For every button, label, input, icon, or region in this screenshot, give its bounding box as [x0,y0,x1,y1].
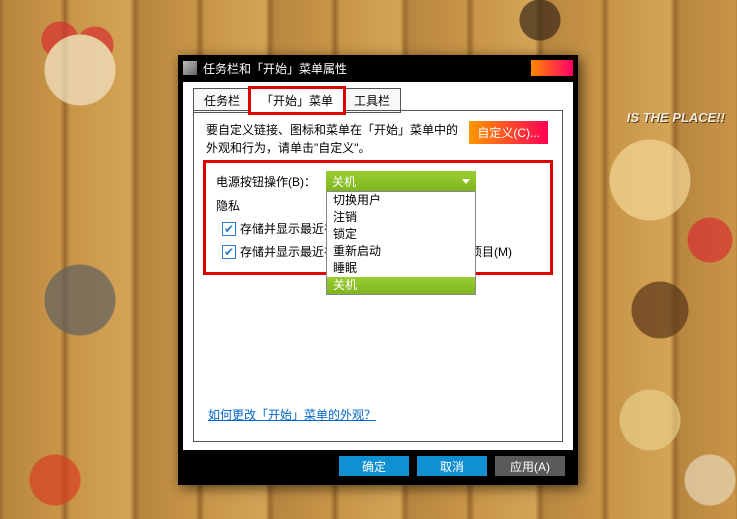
ok-button[interactable]: 确定 [339,456,409,476]
dialog-client-area: 任务栏 「开始」菜单 工具栏 要自定义链接、图标和菜单在「开始」菜单中的 外观和… [183,82,573,450]
highlighted-section: 电源按钮操作(B)： 关机 切换用户 注销 锁定 重新启动 睡眠 关机 [206,163,550,272]
option-sleep[interactable]: 睡眠 [327,260,475,277]
option-restart[interactable]: 重新启动 [327,243,475,260]
apply-button[interactable]: 应用(A) [495,456,565,476]
window-title: 任务栏和「开始」菜单属性 [203,60,531,77]
customize-button[interactable]: 自定义(C)... [469,121,548,144]
power-action-value: 关机 [332,173,356,190]
power-action-select[interactable]: 关机 切换用户 注销 锁定 重新启动 睡眠 关机 [326,171,476,191]
checkbox-items-label: 存储并显示最近在 [240,243,336,260]
dialog-button-row: 确定 取消 应用(A) [183,452,573,480]
option-lock[interactable]: 锁定 [327,226,475,243]
chevron-down-icon [462,179,470,184]
checkbox-programs-label: 存储并显示最近在 [240,220,336,237]
close-button[interactable] [531,60,573,76]
option-shutdown[interactable]: 关机 [327,277,475,294]
power-action-label: 电源按钮操作(B)： [216,173,326,190]
titlebar[interactable]: 任务栏和「开始」菜单属性 [179,56,577,80]
cancel-button[interactable]: 取消 [417,456,487,476]
power-action-dropdown: 切换用户 注销 锁定 重新启动 睡眠 关机 [326,191,476,295]
properties-dialog: 任务栏和「开始」菜单属性 任务栏 「开始」菜单 工具栏 要自定义链接、图标和菜单… [178,55,578,485]
help-link[interactable]: 如何更改「开始」菜单的外观？ [208,406,376,423]
privacy-legend: 隐私 [216,197,240,214]
option-logoff[interactable]: 注销 [327,209,475,226]
option-switch-user[interactable]: 切换用户 [327,192,475,209]
tab-body-startmenu: 要自定义链接、图标和菜单在「开始」菜单中的 外观和行为，请单击"自定义"。 自定… [193,110,563,442]
tab-startmenu[interactable]: 「开始」菜单 [250,88,344,113]
checkbox-items[interactable] [222,245,236,259]
titlebar-icon [183,61,197,75]
checkbox-programs[interactable] [222,222,236,236]
